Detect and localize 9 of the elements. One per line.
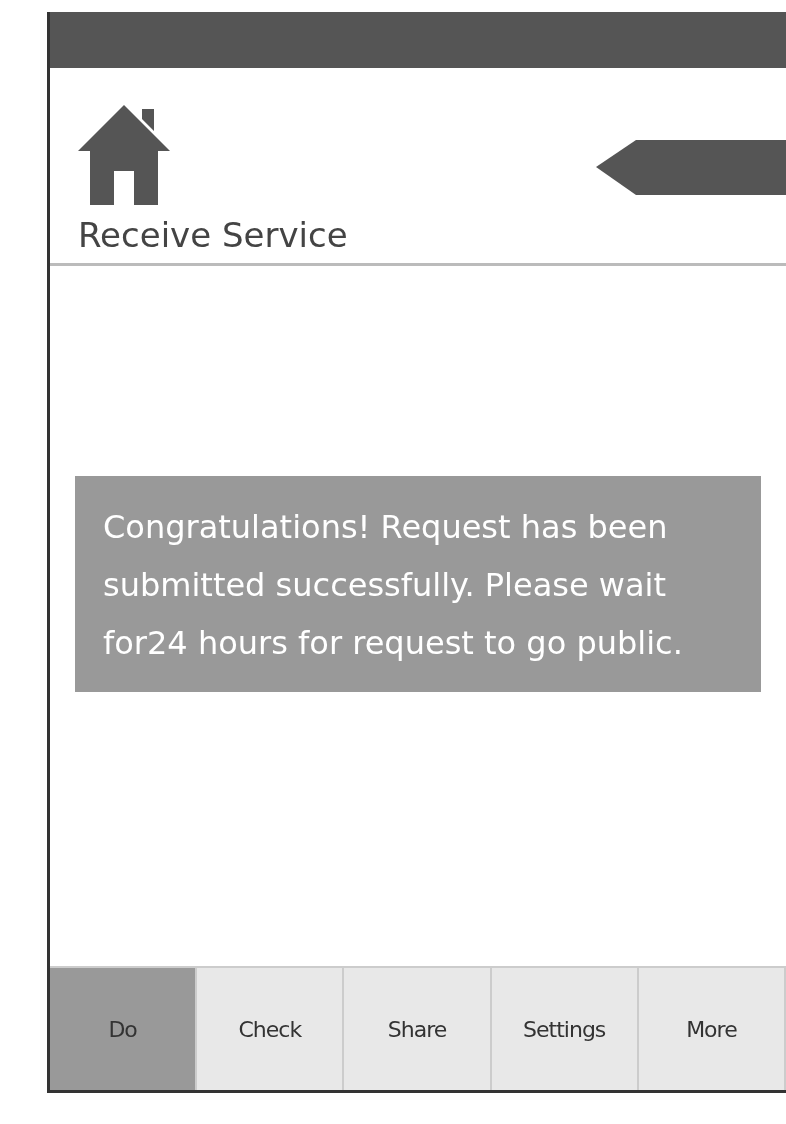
tab[interactable]: Settings: [491, 968, 639, 1090]
success-message: Congratulations! Request has been submitted successfully. Please wait for24 hours for request to go public.: [75, 476, 761, 692]
screen-title: Receive Service: [78, 215, 349, 255]
tab[interactable]: Check: [197, 968, 345, 1090]
back-arrow-icon[interactable]: [596, 140, 786, 195]
tab[interactable]: More: [638, 968, 786, 1090]
home-icon[interactable]: [78, 105, 170, 205]
tab[interactable]: Share: [344, 968, 492, 1090]
tab[interactable]: Do: [50, 968, 198, 1090]
